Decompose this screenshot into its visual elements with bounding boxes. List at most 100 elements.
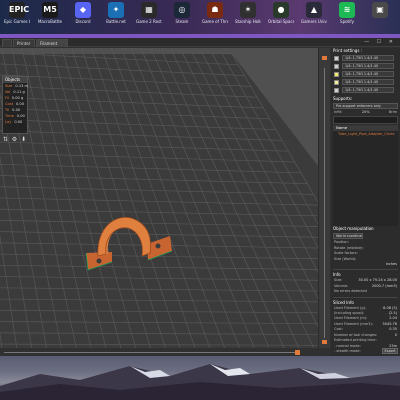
desktop-icon-orbit[interactable]: ● Orbital Space [268, 2, 294, 32]
view-toolbar: ⇅ ⚙ ⬇ [2, 136, 28, 146]
filament-color-swatch[interactable] [334, 88, 339, 93]
filament-color-swatch[interactable] [334, 64, 339, 69]
divider [333, 269, 398, 271]
desktop-icon-discord[interactable]: ◆ Discord [70, 2, 96, 32]
desktop-icon-label: Discord [75, 19, 91, 24]
desktop-icon-label: Epic Games Launcher [4, 19, 30, 24]
tab-printer-settings[interactable]: Printer Settings [13, 39, 35, 54]
desktop-icon-label: MacroBattle [37, 19, 62, 24]
filament-row: 1/4: 1.75G 1.4/1.40 [333, 79, 398, 86]
info-key: - stealth mode: [334, 348, 361, 353]
filament-color-swatch[interactable] [334, 72, 339, 77]
infill-row: Infill: 20% Brim [331, 110, 400, 115]
layer-slider-top-thumb[interactable] [322, 56, 327, 60]
info-value: 0 [394, 332, 397, 337]
info-value: inches [385, 262, 397, 267]
desktop-icon-label: Starship Hollow [235, 19, 261, 24]
build-plate[interactable] [0, 48, 318, 348]
infill-value[interactable]: 20% [362, 110, 370, 115]
object-stats: Objects Size 0.13 m Vol 0.11 g Fil 0.00 g Cost… [2, 76, 28, 134]
object-manipulation-title: Object manipulation [333, 226, 374, 232]
mountain-image [0, 364, 400, 400]
layer-slider-track [324, 68, 325, 338]
desktop-icon-app-12[interactable]: ▣ [367, 2, 393, 32]
tab-plater[interactable] [2, 39, 12, 47]
filament-select[interactable]: 1/4: 1.75G 1.4/1.40 [342, 79, 394, 85]
desktop-icon-hollow[interactable]: ✶Starship Hollow [235, 2, 261, 32]
desktop-icon-bar: EPICEpic Games Launcher M5MacroBattle ◆Dis… [0, 0, 400, 34]
slicer-window: Printer Settings Filament Settings — ☐ ✕ [0, 38, 400, 356]
desktop-icon-game-of-thrones[interactable]: ☗Game of Thrones 2 [202, 2, 228, 32]
stats-value: 0.00 [14, 120, 23, 124]
layers-icon[interactable]: ⇅ [2, 136, 9, 143]
orbit-icon: ● [273, 2, 289, 18]
filament-select[interactable]: 1/4: 1.75G 1.4/1.40 [342, 63, 394, 69]
filament-select[interactable]: 1/4: 1.75G 1.4/1.40 [342, 55, 394, 61]
object-list[interactable]: Tube_Light_Pipe_Adapter_Circle [333, 131, 398, 227]
filament-color-swatch[interactable] [334, 80, 339, 85]
filament-preview [333, 116, 398, 125]
info-value: 2000.7 (mm3) [371, 283, 397, 288]
export-button[interactable]: Export [382, 348, 398, 354]
desktop-icon-label: Steam [175, 19, 189, 24]
discord-icon: ◆ [75, 2, 91, 18]
game-extra-icon: ▦ [141, 2, 157, 18]
coordinates-select[interactable]: World coordinates [333, 233, 363, 240]
gear-icon[interactable]: ⚙ [11, 136, 18, 143]
3d-viewport[interactable]: Objects Size 0.13 m Vol 0.11 g Fil 0.00 g Cost… [0, 48, 318, 348]
hollow-icon: ✶ [240, 2, 256, 18]
download-icon[interactable]: ⬇ [20, 136, 27, 143]
desktop-icon-gameworks[interactable]: ▲Gamers Universe [301, 2, 327, 32]
filament-row: 1/4: 1.75G 1.4/1.40 [333, 71, 398, 78]
supports-select[interactable]: Pre-support enforcers only [333, 103, 398, 109]
filament-select[interactable]: 1/4: 1.75G 1.4/1.40 [342, 71, 394, 77]
print-settings-title: Print settings : [333, 48, 363, 53]
desktop-icon-spotify[interactable]: ≋ Spotify [334, 2, 360, 32]
tab-filament-settings[interactable]: Filament Settings [36, 39, 68, 54]
move-slider[interactable] [0, 348, 318, 356]
desktop-icon-label: Game 2 Rostrum [136, 19, 162, 24]
info-key: Size (World): [334, 256, 357, 261]
desktop-wallpaper [0, 356, 400, 400]
brim-label[interactable]: Brim [389, 110, 397, 115]
divider [333, 296, 398, 298]
clamp-hole-right [155, 243, 161, 249]
desktop-icon-label: Game of Thrones 2 [202, 19, 228, 24]
window-controls[interactable]: — ☐ ✕ [364, 39, 396, 45]
epic-games-launcher-icon: EPIC [9, 2, 29, 18]
desktop-icon-battlenet[interactable]: ✦ Battle.net [103, 2, 129, 32]
sidebar-panel: Print settings : 1/4: 1.75G 1.4/1.40 1/4:… [331, 48, 400, 356]
info-row: inches [331, 262, 400, 267]
layer-slider[interactable] [318, 48, 330, 348]
gameworks-icon: ▲ [306, 2, 322, 18]
layer-slider-bottom-thumb[interactable] [322, 340, 327, 344]
filament-row: 1/4: 1.75G 1.4/1.40 [333, 63, 398, 70]
screen: EPICEpic Games Launcher M5MacroBattle ◆Dis… [0, 0, 400, 400]
move-slider-thumb[interactable] [295, 350, 300, 355]
spotify-icon: ≋ [339, 2, 355, 18]
desktop-icon-epic-games-launcher[interactable]: EPICEpic Games Launcher [4, 2, 30, 32]
infill-label: Infill: [334, 110, 343, 114]
move-slider-track [4, 352, 298, 353]
stats-key: Lay [5, 120, 12, 124]
desktop-icon-macrobattle[interactable]: M5 MacroBattle [37, 2, 63, 32]
info-key: No errors detected [334, 289, 367, 294]
filament-select[interactable]: 1/4: 1.75G 1.4/1.40 [342, 87, 394, 93]
app-12-icon: ▣ [372, 2, 388, 18]
steam-icon: ◎ [174, 2, 190, 18]
game-of-thrones-icon: ☗ [207, 2, 223, 18]
filament-color-swatch[interactable] [334, 56, 339, 61]
battlenet-icon: ✦ [108, 2, 124, 18]
desktop-icon-label: Orbital Space [268, 19, 294, 24]
desktop-icon-game-extra[interactable]: ▦Game 2 Rostrum [136, 2, 162, 32]
plate-surface [0, 54, 318, 348]
clamp-hole-left [96, 258, 102, 264]
stats-row: Lay 0.00 [3, 119, 27, 125]
desktop-icon-steam[interactable]: ◎ Steam [169, 2, 195, 32]
object-list-item[interactable]: Tube_Light_Pipe_Adapter_Circle [335, 131, 396, 137]
desktop-icon-label: Spotify [340, 19, 354, 24]
filament-row: 1/4: 1.75G 1.4/1.40 [333, 55, 398, 62]
tab-bar: Printer Settings Filament Settings — ☐ ✕ [0, 38, 400, 54]
macrobattle-icon: M5 [42, 2, 58, 18]
filament-row: 1/4: 1.75G 1.4/1.40 [333, 87, 398, 94]
